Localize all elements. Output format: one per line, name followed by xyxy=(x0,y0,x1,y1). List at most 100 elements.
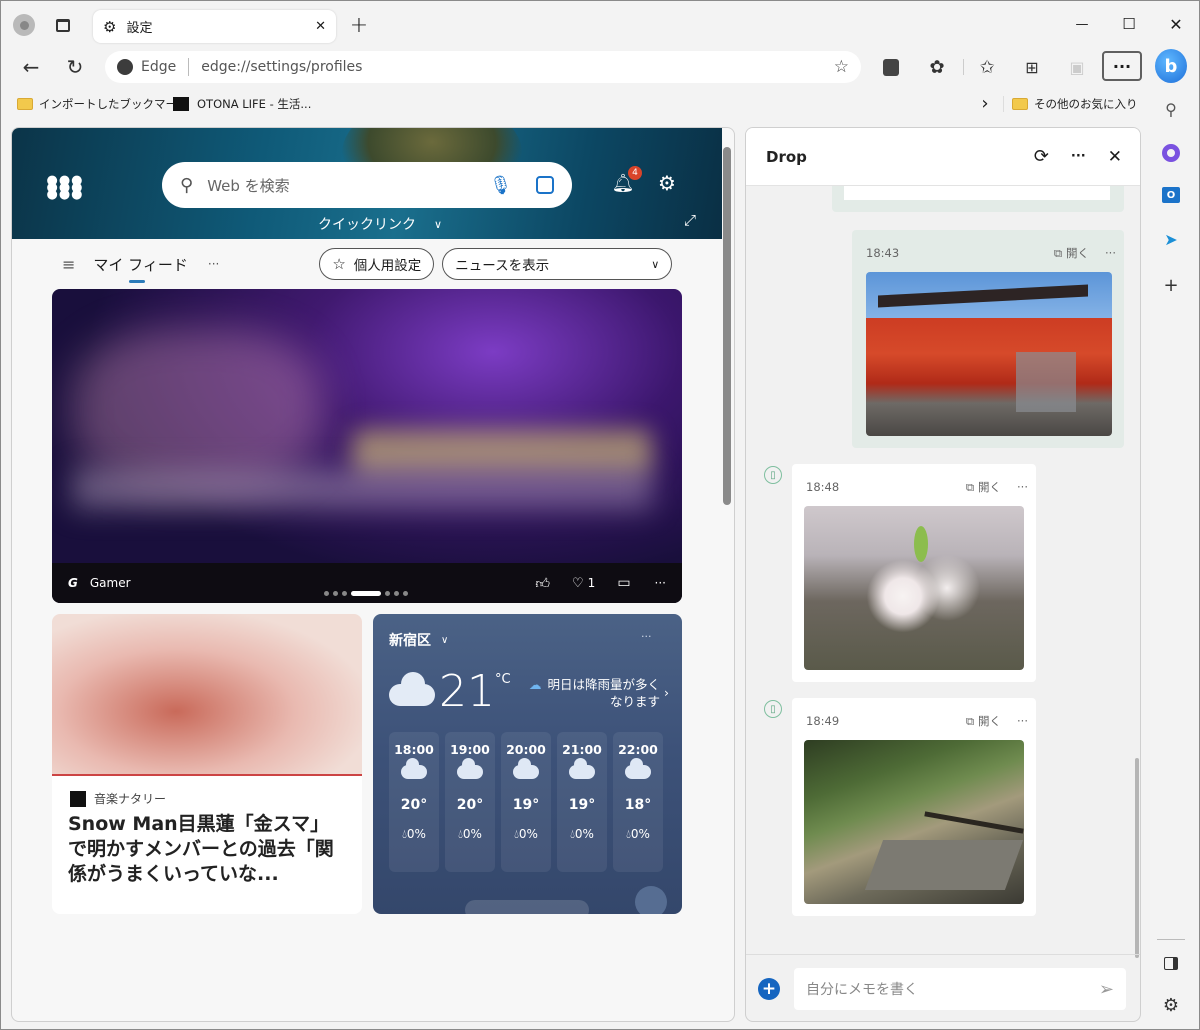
profile-avatar[interactable] xyxy=(13,14,35,36)
photo-cherry-blossoms[interactable] xyxy=(804,506,1024,670)
forecast-temperature: 20° xyxy=(456,797,484,813)
open-button[interactable]: ⧉ 開く xyxy=(1054,245,1089,261)
my-feed-tab[interactable]: マイ フィード xyxy=(93,254,188,283)
gear-icon: ⚙ xyxy=(1162,994,1180,1016)
open-button[interactable]: ⧉ 開く xyxy=(966,479,1001,495)
message-more-button[interactable]: ··· xyxy=(1105,246,1116,260)
news-source: 音楽ナタリー xyxy=(70,790,166,807)
add-attachment-button[interactable]: + xyxy=(758,978,780,1000)
open-button[interactable]: ⧉ 開く xyxy=(966,713,1001,729)
weather-card[interactable]: 新宿区 ∨ ··· 21 °C ☁ 明日は降雨量が多くなります › 18:00 2… xyxy=(373,614,682,914)
search-input[interactable]: Web を検索 xyxy=(207,175,489,196)
message-header: 18:43 ⧉ 開く ··· xyxy=(866,242,1116,264)
forecast-temperature: 20° xyxy=(400,797,428,813)
person-icon xyxy=(19,20,29,30)
settings-more-button[interactable]: ··· xyxy=(1102,51,1142,81)
close-icon[interactable]: ✕ xyxy=(1108,147,1122,167)
news-display-dropdown[interactable]: ニュースを表示 ∨ xyxy=(442,248,673,280)
tab-close-icon[interactable]: ✕ xyxy=(315,19,326,34)
weather-map-button[interactable] xyxy=(465,900,589,914)
sidebar-drop-button[interactable]: ➤ xyxy=(1157,225,1185,253)
back-button[interactable]: ← xyxy=(15,51,47,83)
carousel-dot[interactable] xyxy=(351,591,381,596)
background-banner: ●●● ●●● ●●● ⚲ Web を検索 🎙 🔔︎ 4 ⚙ クイックリンク ∨ ⤢ xyxy=(12,128,722,239)
carousel-dot[interactable] xyxy=(342,591,347,596)
minimize-button[interactable]: — xyxy=(1069,13,1095,35)
weather-avatar[interactable] xyxy=(635,886,667,914)
carousel-dot[interactable] xyxy=(403,591,408,596)
sidebar-add-button[interactable]: + xyxy=(1157,271,1185,299)
page-scrollbar-thumb[interactable] xyxy=(723,147,731,505)
sidebar-copilot-button[interactable] xyxy=(1157,139,1185,167)
collections-button[interactable]: ⊞ xyxy=(1016,51,1048,83)
weather-alert[interactable]: ☁ 明日は降雨量が多くなります › xyxy=(529,676,669,710)
close-window-button[interactable]: ✕ xyxy=(1163,13,1189,35)
maximize-button[interactable]: ☐ xyxy=(1116,13,1142,35)
comment-icon[interactable]: ▭ xyxy=(617,575,630,591)
hide-sidebar-button[interactable] xyxy=(1157,949,1185,977)
message-time: 18:43 xyxy=(866,246,900,260)
message-time: 18:49 xyxy=(806,714,840,728)
blurred-image-region xyxy=(72,469,652,509)
plus-icon: + xyxy=(1163,274,1179,296)
puzzle-icon: ✿ xyxy=(929,56,945,78)
partly-cloudy-moon-icon xyxy=(625,753,654,779)
weather-more-button[interactable]: ··· xyxy=(641,630,652,643)
address-bar[interactable]: Edge edge://settings/profiles ☆ xyxy=(105,51,861,83)
sidebar-outlook-button[interactable]: O xyxy=(1157,181,1185,209)
feed-more-button[interactable]: ··· xyxy=(208,257,219,271)
tab-settings[interactable]: ⚙ 設定 ✕ xyxy=(93,10,336,43)
address-site: Edge xyxy=(141,59,177,75)
hourly-forecast-item: 18:00 20° 💧︎0% xyxy=(389,732,439,872)
carousel-dot[interactable] xyxy=(394,591,399,596)
bookmarks-overflow-button[interactable]: › xyxy=(977,93,993,114)
temperature-unit: °C xyxy=(495,672,511,687)
bookmark-otona-life[interactable]: OTONA LIFE - 生活... xyxy=(173,96,311,112)
forecast-temperature: 18° xyxy=(624,797,652,813)
photo-cafe-terrace[interactable] xyxy=(804,740,1024,904)
sidebar-search-button[interactable]: ⚲ xyxy=(1157,95,1185,123)
message-more-button[interactable]: ··· xyxy=(1017,480,1028,494)
apps-launcher-button[interactable]: ●●● ●●● ●●● xyxy=(46,172,82,202)
sidebar-settings-button[interactable]: ⚙ xyxy=(1157,991,1185,1019)
carousel-dot[interactable] xyxy=(385,591,390,596)
bookmark-imported[interactable]: インポートしたブックマー... xyxy=(17,96,188,112)
news-headline[interactable]: Snow Man目黒蓮「金スマ」で明かすメンバーとの過去「関係がうまくいっていな… xyxy=(68,812,340,887)
note-input[interactable]: 自分にメモを書く ➢ xyxy=(794,968,1126,1010)
drop-more-button[interactable]: ··· xyxy=(1071,149,1086,164)
add-favorite-icon[interactable]: ☆ xyxy=(834,57,849,77)
send-icon[interactable]: ➢ xyxy=(1099,979,1114,1000)
microphone-icon[interactable]: 🎙 xyxy=(489,175,512,196)
like-icon[interactable]: 👍︎ xyxy=(535,575,550,592)
quick-links-toggle[interactable]: クイックリンク ∨ xyxy=(318,214,442,234)
message-more-button[interactable]: ··· xyxy=(1017,714,1028,728)
refresh-button[interactable]: ↻ xyxy=(59,51,91,83)
hero-news-card[interactable]: G Gamer 👍︎ ♡ 1 ▭ ··· xyxy=(52,289,682,603)
other-favorites[interactable]: その他のお気に入り xyxy=(1012,96,1138,112)
personalize-button[interactable]: ☆ 個人用設定 xyxy=(319,248,435,280)
photo-shrine-gate[interactable] xyxy=(866,272,1112,436)
feed-menu-icon[interactable]: ≡ xyxy=(62,255,75,274)
carousel-dot[interactable] xyxy=(324,591,329,596)
extension-lock-button[interactable] xyxy=(875,51,907,83)
card-more-button[interactable]: ··· xyxy=(655,576,666,590)
lock-extension-icon xyxy=(883,58,899,76)
forecast-time: 19:00 xyxy=(450,742,490,757)
extensions-button[interactable]: ✿ xyxy=(921,51,953,83)
expand-button[interactable]: ⤢ xyxy=(680,210,700,230)
notifications-button[interactable]: 🔔︎ 4 xyxy=(610,166,642,196)
favorites-button[interactable]: ✩ xyxy=(971,51,1003,83)
dislike-icon[interactable]: ♡ xyxy=(572,576,584,591)
address-url[interactable]: edge://settings/profiles xyxy=(201,59,834,75)
news-card[interactable]: 音楽ナタリー Snow Man目黒蓮「金スマ」で明かすメンバーとの過去「関係がう… xyxy=(52,614,362,914)
page-settings-button[interactable]: ⚙ xyxy=(654,170,680,196)
sync-icon[interactable]: ⟳ xyxy=(1034,146,1049,167)
drop-scrollbar[interactable] xyxy=(1135,758,1139,958)
bing-chat-button[interactable]: b xyxy=(1155,49,1187,83)
carousel-dot[interactable] xyxy=(333,591,338,596)
new-tab-button[interactable]: + xyxy=(347,13,371,38)
visual-search-icon[interactable] xyxy=(536,176,554,194)
web-search-box[interactable]: ⚲ Web を検索 🎙 xyxy=(162,162,572,208)
weather-location[interactable]: 新宿区 ∨ xyxy=(389,630,448,650)
tab-actions-button[interactable] xyxy=(53,15,73,35)
